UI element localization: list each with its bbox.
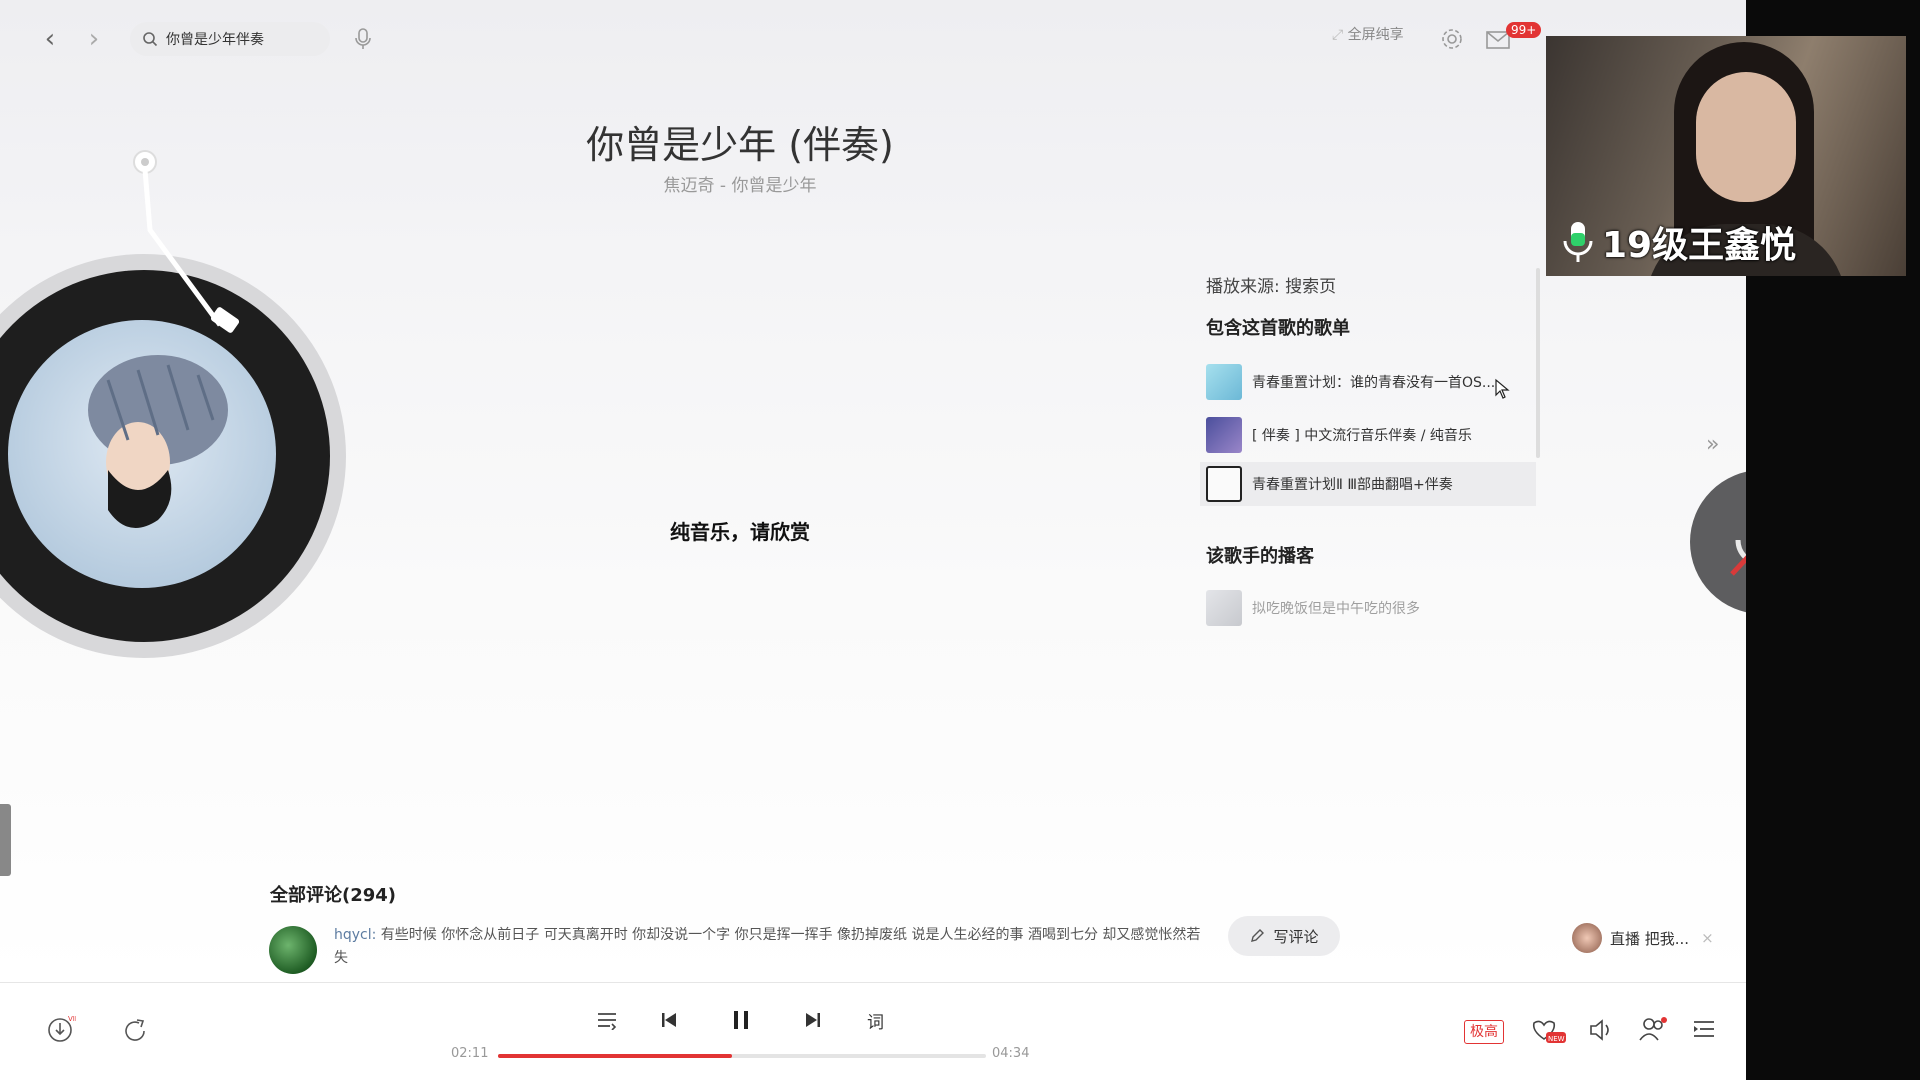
share-icon[interactable] bbox=[122, 1018, 148, 1044]
podcast-title: 该歌手的播客 bbox=[1206, 546, 1314, 567]
playlist-item[interactable]: [ 伴奏 ] 中文流行音乐伴奏 / 纯音乐 bbox=[1200, 413, 1536, 457]
mail-badge: 99+ bbox=[1506, 22, 1542, 38]
playlist-item[interactable]: 青春重置计划：谁的青春没有一首OS... bbox=[1200, 360, 1536, 404]
pause-icon[interactable] bbox=[730, 1008, 752, 1032]
settings-gear-icon[interactable] bbox=[1440, 27, 1464, 51]
download-vip-icon[interactable]: VIP bbox=[46, 1014, 76, 1044]
next-track-icon[interactable] bbox=[804, 1011, 822, 1029]
participant-video[interactable]: 19级王鑫悦 bbox=[1546, 36, 1906, 276]
album-cover bbox=[8, 320, 276, 588]
fullscreen-icon: ⤢ bbox=[1332, 27, 1344, 43]
volume-icon[interactable] bbox=[1588, 1018, 1612, 1042]
voice-search-icon[interactable] bbox=[353, 27, 373, 51]
panel-scrollbar[interactable] bbox=[1536, 268, 1540, 458]
podcast-cover bbox=[1206, 590, 1242, 626]
playlist-label: [ 伴奏 ] 中文流行音乐伴奏 / 纯音乐 bbox=[1252, 428, 1472, 444]
pure-music-notice: 纯音乐，请欣赏 bbox=[670, 520, 810, 544]
search-icon bbox=[143, 32, 158, 47]
participant-face bbox=[1696, 72, 1796, 202]
playlist-cover bbox=[1206, 417, 1242, 453]
mic-muted-icon bbox=[1730, 539, 1746, 576]
playlist-cover bbox=[1206, 466, 1242, 502]
avatar[interactable] bbox=[269, 926, 317, 974]
sound-effect-new-icon[interactable]: NEW bbox=[1528, 1018, 1566, 1044]
song-artist-album[interactable]: 焦迈奇 - 你曾是少年 bbox=[560, 171, 920, 196]
fullscreen-label: 全屏纯享 bbox=[1347, 27, 1404, 43]
podcast-item[interactable]: 拟吃晚饭但是中午吃的很多 bbox=[1200, 586, 1536, 630]
back-button[interactable]: ‹ bbox=[38, 24, 62, 54]
podcast-label: 拟吃晚饭但是中午吃的很多 bbox=[1252, 601, 1420, 617]
playlists-title: 包含这首歌的歌单 bbox=[1206, 318, 1350, 339]
close-icon[interactable]: × bbox=[1701, 929, 1714, 947]
playlist-label: 青春重置计划Ⅱ Ⅲ部曲翻唱+伴奏 bbox=[1252, 477, 1453, 493]
comment-content: 有些时候 你怀念从前日子 可天真离开时 你却没说一个字 你只是挥一挥手 像扔掉废… bbox=[334, 927, 1201, 966]
playlist-item[interactable]: 青春重置计划Ⅱ Ⅲ部曲翻唱+伴奏 bbox=[1200, 462, 1536, 506]
muted-mic-button[interactable] bbox=[1690, 470, 1746, 614]
play-mode-icon[interactable] bbox=[596, 1010, 618, 1030]
speaker-name: 19级王鑫悦 bbox=[1602, 225, 1797, 266]
svg-text:VIP: VIP bbox=[68, 1015, 76, 1023]
search-input[interactable]: 你曾是少年伴奏 bbox=[166, 29, 264, 49]
lyrics-button[interactable]: 词 bbox=[867, 1008, 884, 1033]
svg-text:NEW: NEW bbox=[1548, 1035, 1565, 1043]
album-portrait-image bbox=[88, 355, 228, 528]
progress-fill bbox=[498, 1054, 733, 1058]
fullscreen-mode-button[interactable]: ⤢ 全屏纯享 bbox=[1332, 24, 1404, 44]
total-time: 04:34 bbox=[992, 1046, 1030, 1061]
forward-button[interactable]: › bbox=[82, 24, 106, 54]
live-stream-bubble[interactable]: 直播 把我... × bbox=[1566, 918, 1738, 958]
current-time: 02:11 bbox=[451, 1046, 489, 1061]
playlist-cover bbox=[1206, 364, 1242, 400]
play-source: 播放来源: 搜索页 bbox=[1206, 277, 1337, 297]
side-handle[interactable] bbox=[0, 804, 11, 876]
write-comment-button[interactable]: 写评论 bbox=[1228, 916, 1340, 956]
live-label: 直播 把我... bbox=[1610, 929, 1690, 948]
comments-title: 全部评论(294) bbox=[270, 885, 397, 906]
speaker-label: 19级王鑫悦 bbox=[1560, 216, 1796, 268]
sound-quality-button[interactable]: 极高 bbox=[1464, 1020, 1504, 1044]
listen-together-icon[interactable] bbox=[1638, 1016, 1668, 1042]
song-title: 你曾是少年 (伴奏) bbox=[586, 123, 894, 167]
music-app-window: ‹ › 你曾是少年伴奏 ⤢ 全屏纯享 99+ 你曾是少年 (伴奏) 焦迈奇 - … bbox=[0, 0, 1746, 1080]
mouse-cursor-icon bbox=[1495, 378, 1510, 399]
playlist-label: 青春重置计划：谁的青春没有一首OS... bbox=[1252, 375, 1496, 391]
comment-body: hqycl: 有些时候 你怀念从前日子 可天真离开时 你却没说一个字 你只是挥一… bbox=[334, 924, 1214, 970]
microphone-icon bbox=[1563, 222, 1593, 262]
progress-track[interactable] bbox=[498, 1054, 986, 1058]
write-comment-label: 写评论 bbox=[1273, 927, 1319, 946]
playlist-queue-icon[interactable] bbox=[1692, 1018, 1716, 1040]
comment-user[interactable]: hqycl: bbox=[334, 927, 376, 943]
previous-track-icon[interactable] bbox=[660, 1011, 678, 1029]
collapse-panel-icon[interactable]: » bbox=[1706, 432, 1719, 457]
pencil-icon bbox=[1251, 929, 1265, 942]
live-avatar bbox=[1572, 923, 1602, 953]
tonearm bbox=[133, 150, 240, 333]
search-box[interactable]: 你曾是少年伴奏 bbox=[130, 22, 330, 56]
